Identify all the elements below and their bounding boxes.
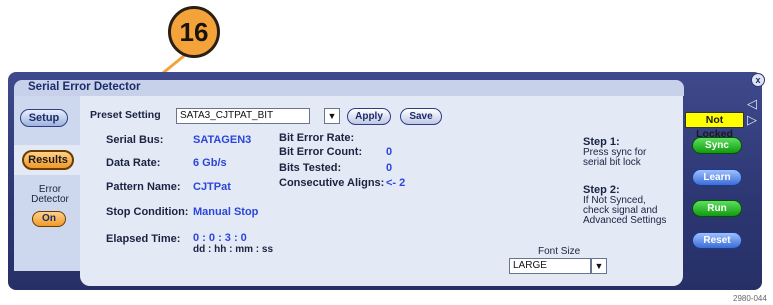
elapsed-time-value: 0 : 0 : 3 : 0 <box>193 232 247 244</box>
pattern-name-value: CJTPat <box>193 181 231 193</box>
font-size-dropdown[interactable]: LARGE <box>509 258 591 274</box>
consecutive-aligns-label: Consecutive Aligns: <box>279 177 385 189</box>
step1-line2: serial bit lock <box>583 157 641 168</box>
reset-button[interactable]: Reset <box>692 232 742 249</box>
collapse-left-arrow-icon[interactable]: ◁ <box>747 96 757 112</box>
bits-tested-label: Bits Tested: <box>279 162 342 174</box>
step2-block: Step 2: If Not Synced, check signal and … <box>583 185 666 226</box>
lock-status-badge: Not Locked <box>685 112 744 140</box>
stop-condition-value: Manual Stop <box>193 206 259 218</box>
step1-block: Step 1: Press sync for serial bit lock <box>583 137 646 168</box>
window-title: Serial Error Detector <box>28 81 141 93</box>
apply-button[interactable]: Apply <box>347 108 391 125</box>
data-rate-value: 6 Gb/s <box>193 157 227 169</box>
data-rate-label: Data Rate: <box>106 157 161 169</box>
callout-number: 16 <box>168 6 220 58</box>
elapsed-time-format: dd : hh : mm : ss <box>193 244 273 255</box>
bits-tested-value: 0 <box>386 162 393 174</box>
error-detector-label: Error Detector <box>31 184 69 205</box>
bit-error-rate-label: Bit Error Rate: <box>279 132 355 144</box>
figure-code: 2980-044 <box>733 294 767 303</box>
setup-button[interactable]: Setup <box>20 109 68 127</box>
results-button[interactable]: Results <box>22 150 74 170</box>
preset-dropdown-arrow-icon[interactable]: ▼ <box>324 108 340 124</box>
serial-bus-label: Serial Bus: <box>106 134 164 146</box>
font-size-dropdown-arrow-icon[interactable]: ▼ <box>591 258 607 274</box>
preset-setting-label: Preset Setting <box>90 109 161 121</box>
save-button[interactable]: Save <box>400 108 442 125</box>
learn-button[interactable]: Learn <box>692 169 742 186</box>
run-button[interactable]: Run <box>692 200 742 217</box>
consecutive-aligns-value: <- 2 <box>386 177 406 189</box>
serial-bus-value: SATAGEN3 <box>193 134 252 146</box>
step2-line3: Advanced Settings <box>583 215 667 226</box>
bit-error-count-value: 0 <box>386 146 393 158</box>
sync-button[interactable]: Sync <box>692 137 742 154</box>
error-detector-on-button[interactable]: On <box>32 211 66 227</box>
preset-setting-dropdown[interactable]: SATA3_CJTPAT_BIT <box>176 108 310 124</box>
close-icon[interactable]: x <box>751 73 765 87</box>
bit-error-count-label: Bit Error Count: <box>279 146 363 158</box>
elapsed-time-label: Elapsed Time: <box>106 233 181 245</box>
expand-right-arrow-icon[interactable]: ▷ <box>747 112 757 128</box>
stop-condition-label: Stop Condition: <box>106 206 189 218</box>
pattern-name-label: Pattern Name: <box>106 181 181 193</box>
font-size-label: Font Size <box>538 246 581 257</box>
